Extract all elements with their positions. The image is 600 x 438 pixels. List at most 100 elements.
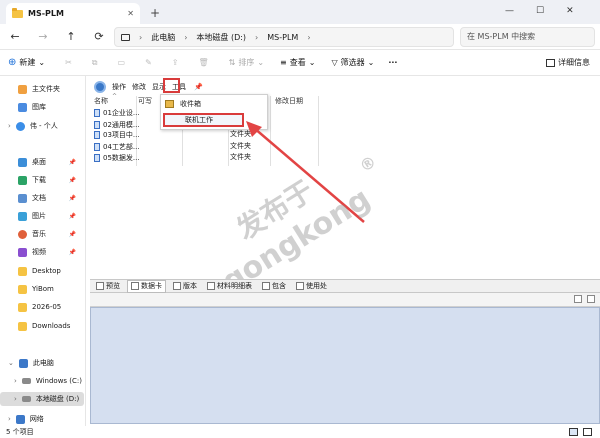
paste-icon[interactable]: ▭ xyxy=(118,58,126,67)
ops-menu[interactable]: 操作 xyxy=(112,82,126,92)
navigation-pane: 主文件夹 图库 › 伟 - 个人 桌面 📌 下载 📌 文档 📌 图片 📌 音乐 📌 视频 📌 … xyxy=(0,76,86,426)
breadcrumb-item[interactable]: 本地磁盘 (D:) xyxy=(196,32,246,43)
where-used-icon xyxy=(296,282,304,290)
document-icon xyxy=(94,108,100,117)
refresh-button[interactable]: ⟳ xyxy=(92,30,106,44)
tab-bom[interactable]: 材料明细表 xyxy=(204,281,255,291)
search-input[interactable]: 在 MS-PLM 中搜索 xyxy=(460,27,595,47)
drive-icon xyxy=(21,396,31,402)
forward-button[interactable]: → xyxy=(36,30,50,44)
column-modified[interactable]: 修改日期 xyxy=(275,96,303,106)
document-icon xyxy=(94,120,100,129)
chevron-down-icon: ⌄ xyxy=(308,58,316,67)
table-row[interactable]: 05数据发... xyxy=(94,152,140,163)
pin-icon[interactable]: 📌 xyxy=(69,195,76,202)
breadcrumb-item[interactable]: MS-PLM xyxy=(267,33,298,42)
row-name: 03项目中... xyxy=(103,130,140,139)
table-row[interactable]: 03项目中... xyxy=(94,129,140,140)
sidebar-item-pictures[interactable]: 图片 📌 xyxy=(0,209,84,223)
close-window-icon[interactable]: ✕ xyxy=(566,6,574,16)
window-tab[interactable]: MS-PLM ✕ xyxy=(6,3,140,24)
up-button[interactable]: ↑ xyxy=(64,30,78,44)
panel-close-icon[interactable] xyxy=(587,295,595,303)
new-tab-button[interactable]: + xyxy=(150,6,160,20)
tab-datacard[interactable]: 数据卡 xyxy=(127,279,166,293)
sidebar-item-label: 桌面 xyxy=(32,158,46,166)
tab-where-used[interactable]: 使用处 xyxy=(293,281,330,291)
sidebar-item-2026-05[interactable]: 2026-05 xyxy=(0,300,84,314)
folder-icon xyxy=(18,321,27,331)
maximize-icon[interactable]: ☐ xyxy=(536,6,544,16)
sidebar-item-label: 主文件夹 xyxy=(32,85,60,93)
pin-icon[interactable]: 📌 xyxy=(69,249,76,256)
rename-icon[interactable]: ✎ xyxy=(145,58,152,67)
sidebar-item-label: 图库 xyxy=(32,103,46,111)
contains-icon xyxy=(262,282,270,290)
sidebar-item-gallery[interactable]: 图库 xyxy=(0,100,84,114)
details-view-icon[interactable] xyxy=(569,428,578,436)
sidebar-item-windows-c[interactable]: › Windows (C:) xyxy=(0,374,84,388)
details-button[interactable]: 详细信息 xyxy=(546,57,590,68)
sidebar-item-desktop-folder[interactable]: Desktop xyxy=(0,264,84,278)
sidebar-item-downloads-folder[interactable]: Downloads xyxy=(0,319,84,333)
column-name[interactable]: 名称 xyxy=(94,96,108,106)
new-button[interactable]: ⊕ 新建 ⌄ xyxy=(8,57,45,68)
network-icon xyxy=(15,414,25,424)
new-label: 新建 xyxy=(19,58,36,67)
sidebar-item-downloads[interactable]: 下载 📌 xyxy=(0,173,84,187)
view-button[interactable]: ≡ 查看 ⌄ xyxy=(280,57,315,68)
status-bar: 5 个项目 xyxy=(0,426,600,438)
sidebar-item-music[interactable]: 音乐 📌 xyxy=(0,227,84,241)
tiles-view-icon[interactable] xyxy=(583,428,592,436)
filter-button[interactable]: ▽ 筛选器 ⌄ xyxy=(331,57,374,68)
sort-button[interactable]: ⇅ 排序 ⌄ xyxy=(229,57,264,68)
pin-icon[interactable]: 📌 xyxy=(69,177,76,184)
datacard-icon xyxy=(131,282,139,290)
sidebar-item-label: YiBom xyxy=(32,285,54,293)
sidebar-item-local-d[interactable]: › 本地磁盘 (D:) xyxy=(0,392,84,406)
sidebar-item-desktop[interactable]: 桌面 📌 xyxy=(0,155,84,169)
pin-icon[interactable]: 📌 xyxy=(194,83,203,91)
delete-icon[interactable]: 🗑 xyxy=(198,58,208,67)
column-writable[interactable]: 可写 xyxy=(138,96,152,106)
sidebar-item-label: Downloads xyxy=(32,322,71,330)
item-count: 5 个项目 xyxy=(6,428,34,436)
tab-contains[interactable]: 包含 xyxy=(259,281,289,291)
close-tab-icon[interactable]: ✕ xyxy=(127,9,134,18)
plm-toolbar: 操作 修改 显示 工具 📌 xyxy=(94,80,203,94)
pin-icon[interactable]: 📌 xyxy=(69,213,76,220)
panel-option-icon[interactable] xyxy=(574,295,582,303)
sort-up-icon: ^ xyxy=(112,93,118,100)
cut-icon[interactable]: ✂ xyxy=(65,58,72,67)
sidebar-item-home[interactable]: 主文件夹 xyxy=(0,82,84,96)
sidebar-item-videos[interactable]: 视频 📌 xyxy=(0,245,84,259)
minimize-icon[interactable]: — xyxy=(505,6,514,16)
sidebar-item-this-pc[interactable]: ⌄ 此电脑 xyxy=(0,356,84,370)
sidebar-item-network[interactable]: › 网络 xyxy=(0,412,84,426)
table-row[interactable]: 01企业设... xyxy=(94,107,140,118)
details-pane-icon xyxy=(546,58,555,67)
more-button[interactable]: ··· xyxy=(388,58,397,67)
sidebar-item-label: 网络 xyxy=(29,415,44,423)
pin-icon[interactable]: 📌 xyxy=(69,231,76,238)
back-button[interactable]: ← xyxy=(8,30,22,44)
drive-icon xyxy=(21,378,31,384)
tab-preview[interactable]: 预览 xyxy=(93,281,123,291)
view-icon: ≡ xyxy=(280,58,287,67)
table-row[interactable]: 04工艺部... xyxy=(94,141,140,152)
menu-item-work-online[interactable]: 联机工作 xyxy=(163,113,244,127)
share-icon[interactable]: ⇪ xyxy=(172,58,179,67)
tab-version[interactable]: 版本 xyxy=(170,281,200,291)
sidebar-item-personal[interactable]: › 伟 - 个人 xyxy=(0,119,84,133)
cloud-icon xyxy=(15,121,25,131)
copy-icon[interactable]: ⧉ xyxy=(92,58,98,68)
sidebar-item-yibom[interactable]: YiBom xyxy=(0,282,84,296)
document-icon xyxy=(94,130,100,139)
pin-icon[interactable]: 📌 xyxy=(69,159,76,166)
sidebar-item-documents[interactable]: 文档 📌 xyxy=(0,191,84,205)
address-bar[interactable]: › 此电脑 › 本地磁盘 (D:) › MS-PLM › xyxy=(114,27,454,47)
breadcrumb-item[interactable]: 此电脑 xyxy=(151,32,175,43)
edit-menu[interactable]: 修改 xyxy=(132,82,146,92)
menu-item-inbox[interactable]: 收件箱 xyxy=(165,99,201,109)
menu-item-label: 收件箱 xyxy=(180,100,201,108)
